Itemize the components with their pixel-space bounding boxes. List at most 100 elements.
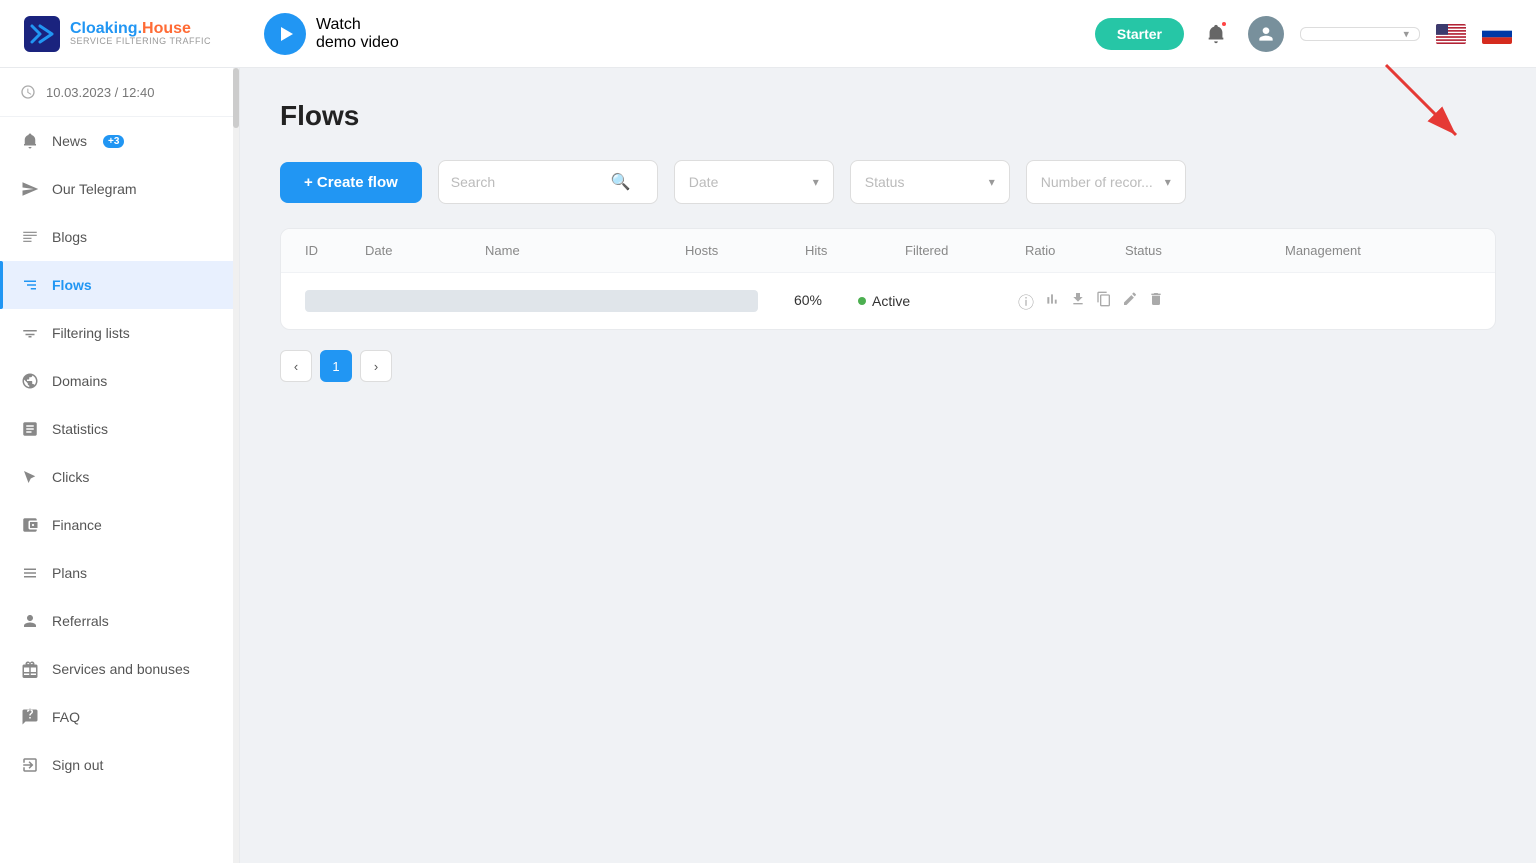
copy-icon[interactable] <box>1096 291 1112 312</box>
records-filter[interactable]: Number of recor... ▾ <box>1026 160 1186 204</box>
news-badge: +3 <box>103 135 124 148</box>
row-status: Active <box>858 293 1018 309</box>
sidebar-item-clicks[interactable]: Clicks <box>0 453 239 501</box>
topbar-middle: Watch demo video <box>264 13 1095 55</box>
row-management: ⓘ <box>1018 289 1471 313</box>
chevron-down-icon: ▾ <box>1165 175 1171 189</box>
delete-icon[interactable] <box>1148 291 1164 312</box>
filter-icon <box>20 323 40 343</box>
person-icon <box>1256 24 1276 44</box>
sidebar-label-flows: Flows <box>52 277 92 293</box>
topbar-right: Starter <box>1095 16 1512 52</box>
chart-icon[interactable] <box>1044 291 1060 312</box>
col-id: ID <box>305 243 365 258</box>
sidebar-label-plans: Plans <box>52 565 87 581</box>
watch-label: Watch <box>316 16 399 34</box>
sidebar-label-signout: Sign out <box>52 757 103 773</box>
sidebar-item-telegram[interactable]: Our Telegram <box>0 165 239 213</box>
domain-icon <box>20 371 40 391</box>
sidebar-item-domains[interactable]: Domains <box>0 357 239 405</box>
download-icon[interactable] <box>1070 291 1086 312</box>
page-1-button[interactable]: 1 <box>320 350 352 382</box>
us-flag[interactable] <box>1436 24 1466 44</box>
logo-area: Cloaking.House Service Filtering Traffic <box>24 16 264 52</box>
chevron-down-icon: ▾ <box>813 175 819 189</box>
col-status: Status <box>1125 243 1285 258</box>
brand-name: Cloaking.House <box>70 20 211 38</box>
create-flow-button[interactable]: + Create flow <box>280 162 422 203</box>
sidebar-label-services: Services and bonuses <box>52 661 190 677</box>
status-dot-active <box>858 297 866 305</box>
table-header: ID Date Name Hosts Hits Filtered Ratio S… <box>281 229 1495 273</box>
starter-button[interactable]: Starter <box>1095 18 1184 50</box>
sidebar-item-referrals[interactable]: Referrals <box>0 597 239 645</box>
bell-icon <box>20 131 40 151</box>
sidebar-label-blogs: Blogs <box>52 229 87 245</box>
sidebar-item-signout[interactable]: Sign out <box>0 741 239 789</box>
clicks-icon <box>20 467 40 487</box>
sidebar-item-filtering[interactable]: Filtering lists <box>0 309 239 357</box>
info-icon[interactable]: ⓘ <box>1018 289 1034 313</box>
faq-icon <box>20 707 40 727</box>
sidebar-label-news: News <box>52 133 87 149</box>
pagination: ‹ 1 › <box>280 350 1496 382</box>
edit-icon[interactable] <box>1122 291 1138 312</box>
sidebar-label-referrals: Referrals <box>52 613 109 629</box>
col-ratio: Ratio <box>1025 243 1125 258</box>
col-name: Name <box>485 243 685 258</box>
user-avatar[interactable] <box>1248 16 1284 52</box>
blog-icon <box>20 227 40 247</box>
col-date: Date <box>365 243 485 258</box>
search-box: 🔍 <box>438 160 658 204</box>
sidebar: 10.03.2023 / 12:40 News +3 Our Telegram … <box>0 68 240 863</box>
row-name-bar <box>305 290 758 312</box>
sidebar-item-news[interactable]: News +3 <box>0 117 239 165</box>
active-indicator <box>0 261 3 309</box>
demo-text: Watch demo video <box>316 16 399 52</box>
row-ratio: 60% <box>758 292 858 310</box>
sidebar-label-telegram: Our Telegram <box>52 181 137 197</box>
chevron-down-icon: ▾ <box>989 175 995 189</box>
page-title: Flows <box>280 100 1496 132</box>
notification-button[interactable] <box>1200 18 1232 50</box>
topbar: Cloaking.House Service Filtering Traffic… <box>0 0 1536 68</box>
col-hosts: Hosts <box>685 243 805 258</box>
table-row: 60% Active ⓘ <box>281 273 1495 329</box>
sidebar-item-faq[interactable]: FAQ <box>0 693 239 741</box>
sidebar-label-faq: FAQ <box>52 709 80 725</box>
prev-page-button[interactable]: ‹ <box>280 350 312 382</box>
sidebar-label-statistics: Statistics <box>52 421 108 437</box>
sidebar-item-flows[interactable]: Flows <box>0 261 239 309</box>
col-hits: Hits <box>805 243 905 258</box>
sidebar-scrollbar-track <box>233 68 239 863</box>
sidebar-item-finance[interactable]: Finance <box>0 501 239 549</box>
date-filter[interactable]: Date ▾ <box>674 160 834 204</box>
send-icon <box>20 179 40 199</box>
sidebar-scrollbar-thumb[interactable] <box>233 68 239 128</box>
sidebar-item-blogs[interactable]: Blogs <box>0 213 239 261</box>
records-filter-label: Number of recor... <box>1041 174 1153 190</box>
status-filter[interactable]: Status ▾ <box>850 160 1010 204</box>
logo-icon <box>24 16 60 52</box>
flows-table: ID Date Name Hosts Hits Filtered Ratio S… <box>280 228 1496 330</box>
sidebar-item-statistics[interactable]: Statistics <box>0 405 239 453</box>
signout-icon <box>20 755 40 775</box>
logo-text: Cloaking.House Service Filtering Traffic <box>70 20 211 47</box>
plans-icon <box>20 563 40 583</box>
col-management: Management <box>1285 243 1471 258</box>
col-filtered: Filtered <box>905 243 1025 258</box>
status-filter-label: Status <box>865 174 905 190</box>
gift-icon <box>20 659 40 679</box>
sidebar-label-clicks: Clicks <box>52 469 89 485</box>
datetime-text: 10.03.2023 / 12:40 <box>46 85 154 100</box>
search-input[interactable] <box>451 174 611 190</box>
datetime-display: 10.03.2023 / 12:40 <box>0 68 239 117</box>
next-page-button[interactable]: › <box>360 350 392 382</box>
sidebar-item-plans[interactable]: Plans <box>0 549 239 597</box>
sidebar-item-services[interactable]: Services and bonuses <box>0 645 239 693</box>
toolbar: + Create flow 🔍 Date ▾ Status ▾ Number o… <box>280 160 1496 204</box>
clock-icon <box>20 84 36 100</box>
user-name-dropdown[interactable] <box>1300 27 1420 41</box>
ru-flag[interactable] <box>1482 24 1512 44</box>
demo-video-button[interactable]: Watch demo video <box>264 13 399 55</box>
